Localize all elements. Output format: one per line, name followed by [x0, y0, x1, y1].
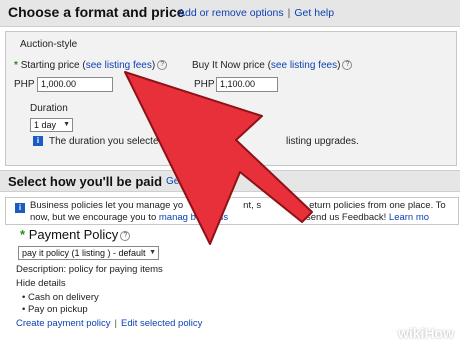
info-icon: i — [33, 136, 43, 146]
payment-section-title: Select how you'll be paid — [8, 174, 163, 189]
duration-select[interactable]: 1 day ▼ — [30, 118, 73, 132]
help-icon[interactable]: ? — [120, 230, 131, 241]
notice-line-1: Business policies let you manage yo nt, s… — [30, 200, 446, 211]
manage-policies-link[interactable]: manag — [159, 212, 188, 223]
header-links: Add or remove options | Get help — [178, 7, 334, 19]
add-remove-options-link[interactable]: Add or remove options — [178, 7, 284, 19]
currency-label: PHP — [14, 79, 35, 90]
currency-label-2: PHP — [194, 79, 215, 90]
edit-selected-policy-link[interactable]: Edit selected policy — [121, 318, 202, 329]
list-item: • Pay on pickup — [22, 304, 88, 315]
hide-details-link[interactable]: Hide details — [16, 278, 66, 289]
auction-style-legend: Auction-style — [17, 39, 81, 50]
starting-price-label: * Starting price (see listing fees)? — [14, 60, 168, 71]
required-star-icon: * — [20, 227, 26, 242]
section-title: Choose a format and price — [8, 4, 185, 20]
get-help-link-2[interactable]: Ge — [166, 176, 179, 187]
create-payment-policy-link[interactable]: Create payment policy — [16, 318, 111, 329]
policy-description: Description: policy for paying items — [16, 264, 163, 275]
starting-price-input[interactable]: 1,000.00 — [37, 77, 113, 92]
business-policies-link[interactable]: business — [191, 212, 229, 223]
see-listing-fees-link[interactable]: see listing fees — [86, 60, 152, 71]
learn-more-link[interactable]: Learn mo — [389, 212, 429, 223]
chevron-down-icon: ▼ — [149, 249, 156, 256]
get-help-link[interactable]: Get help — [294, 7, 334, 19]
help-icon[interactable]: ? — [157, 60, 168, 71]
payment-policy-select[interactable]: pay it policy (1 listing ) - default ▼ — [18, 246, 159, 260]
payment-section-header: Select how you'll be paid Ge — [0, 170, 460, 192]
buy-it-now-label: Buy It Now price (see listing fees)? — [192, 60, 353, 71]
format-price-header: Choose a format and price Add or remove … — [0, 0, 460, 27]
list-item: • Cash on delivery — [22, 292, 99, 303]
payment-policy-title: * Payment Policy? — [20, 227, 131, 242]
required-star-icon: * — [14, 60, 18, 71]
payment-policy-value: pay it policy (1 listing ) - default — [22, 248, 146, 258]
duration-note-end: listing upgrades. — [286, 136, 359, 147]
help-icon[interactable]: ? — [342, 60, 353, 71]
see-listing-fees-link-2[interactable]: see listing fees — [271, 60, 337, 71]
divider: | — [114, 318, 117, 329]
buy-it-now-input[interactable]: 1,100.00 — [216, 77, 278, 92]
policy-links: Create payment policy | Edit selected poli… — [16, 318, 202, 329]
notice-line-2: now, but we encourage you to manag busin… — [30, 212, 430, 223]
chevron-down-icon: ▼ — [63, 121, 70, 128]
duration-label: Duration — [30, 103, 68, 114]
duration-note-start: The duration you selecte — [49, 136, 159, 147]
divider: | — [287, 7, 291, 19]
info-icon: i — [15, 203, 25, 213]
wikihow-watermark: wikiHow — [397, 325, 454, 341]
duration-value: 1 day — [34, 120, 57, 130]
